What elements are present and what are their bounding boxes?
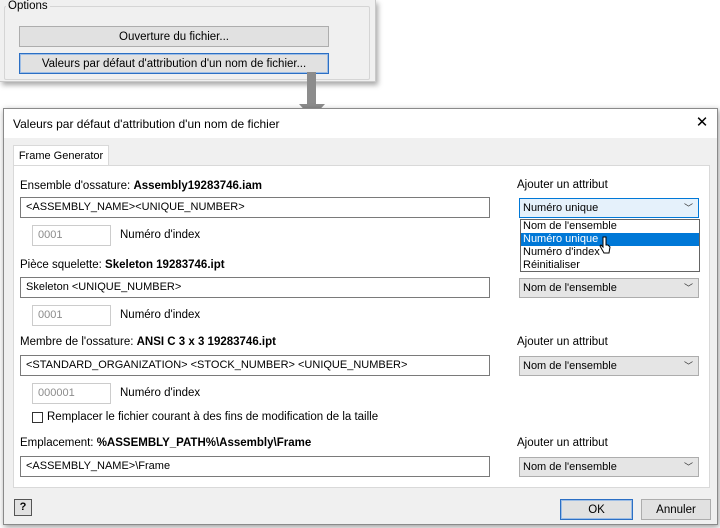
options-panel: Options Ouverture du fichier... Valeurs … xyxy=(0,0,376,82)
skeleton-label: Pièce squelette: Skeleton 19283746.ipt xyxy=(20,259,225,271)
open-file-button[interactable]: Ouverture du fichier... xyxy=(19,26,329,47)
chevron-down-icon: ﹀ xyxy=(683,283,693,293)
close-icon[interactable]: ✕ xyxy=(693,114,711,132)
replace-checkbox-label: Remplacer le fichier courant à des fins … xyxy=(47,411,379,423)
member-index-input[interactable]: 000001 xyxy=(32,383,111,404)
location-label: Emplacement: %ASSEMBLY_PATH%\Assembly\Fr… xyxy=(20,437,312,449)
skeleton-attribute-select[interactable]: Nom de l'ensemble ﹀ xyxy=(519,278,699,298)
assembly-index-label: Numéro d'index xyxy=(120,229,201,241)
ok-button[interactable]: OK xyxy=(560,499,633,520)
add-attribute-label-location: Ajouter un attribut xyxy=(517,437,608,449)
dropdown-option[interactable]: Nom de l'ensemble xyxy=(521,220,699,233)
filename-defaults-button[interactable]: Valeurs par défaut d'attribution d'un no… xyxy=(19,53,329,74)
dropdown-option[interactable]: Réinitialiser xyxy=(521,259,699,272)
help-icon[interactable]: ? xyxy=(14,499,32,516)
replace-checkbox[interactable] xyxy=(32,412,43,423)
add-attribute-label-assembly: Ajouter un attribut xyxy=(517,179,608,191)
location-pattern-input[interactable]: <ASSEMBLY_NAME>\Frame xyxy=(20,456,490,477)
skeleton-pattern-input[interactable]: Skeleton <UNIQUE_NUMBER> xyxy=(20,277,490,298)
chevron-down-icon: ﹀ xyxy=(683,462,693,472)
arrow-down-icon xyxy=(307,72,316,106)
assembly-label: Ensemble d'ossature: Assembly19283746.ia… xyxy=(20,180,262,192)
member-attribute-select[interactable]: Nom de l'ensemble ﹀ xyxy=(519,356,699,376)
pointer-cursor-icon xyxy=(599,236,611,254)
member-label: Membre de l'ossature: ANSI C 3 x 3 19283… xyxy=(20,336,276,348)
filename-defaults-dialog: Valeurs par défaut d'attribution d'un no… xyxy=(3,108,718,525)
assembly-attribute-select[interactable]: Numéro unique ﹀ xyxy=(519,198,699,218)
chevron-down-icon: ﹀ xyxy=(683,203,693,213)
cancel-button[interactable]: Annuler xyxy=(641,499,711,520)
dialog-titlebar: Valeurs par défaut d'attribution d'un no… xyxy=(4,109,717,138)
skeleton-index-label: Numéro d'index xyxy=(120,309,201,321)
chevron-down-icon: ﹀ xyxy=(683,361,693,371)
dialog-title: Valeurs par défaut d'attribution d'un no… xyxy=(13,117,280,131)
options-title: Options xyxy=(6,0,50,12)
member-pattern-input[interactable]: <STANDARD_ORGANIZATION> <STOCK_NUMBER> <… xyxy=(20,355,490,376)
add-attribute-label-member: Ajouter un attribut xyxy=(517,336,608,348)
assembly-pattern-input[interactable]: <ASSEMBLY_NAME><UNIQUE_NUMBER> xyxy=(20,197,490,218)
tab-frame-generator[interactable]: Frame Generator xyxy=(13,145,109,166)
assembly-index-input[interactable]: 0001 xyxy=(32,225,111,246)
location-attribute-select[interactable]: Nom de l'ensemble ﹀ xyxy=(519,457,699,477)
skeleton-index-input[interactable]: 0001 xyxy=(32,305,111,326)
member-index-label: Numéro d'index xyxy=(120,387,201,399)
